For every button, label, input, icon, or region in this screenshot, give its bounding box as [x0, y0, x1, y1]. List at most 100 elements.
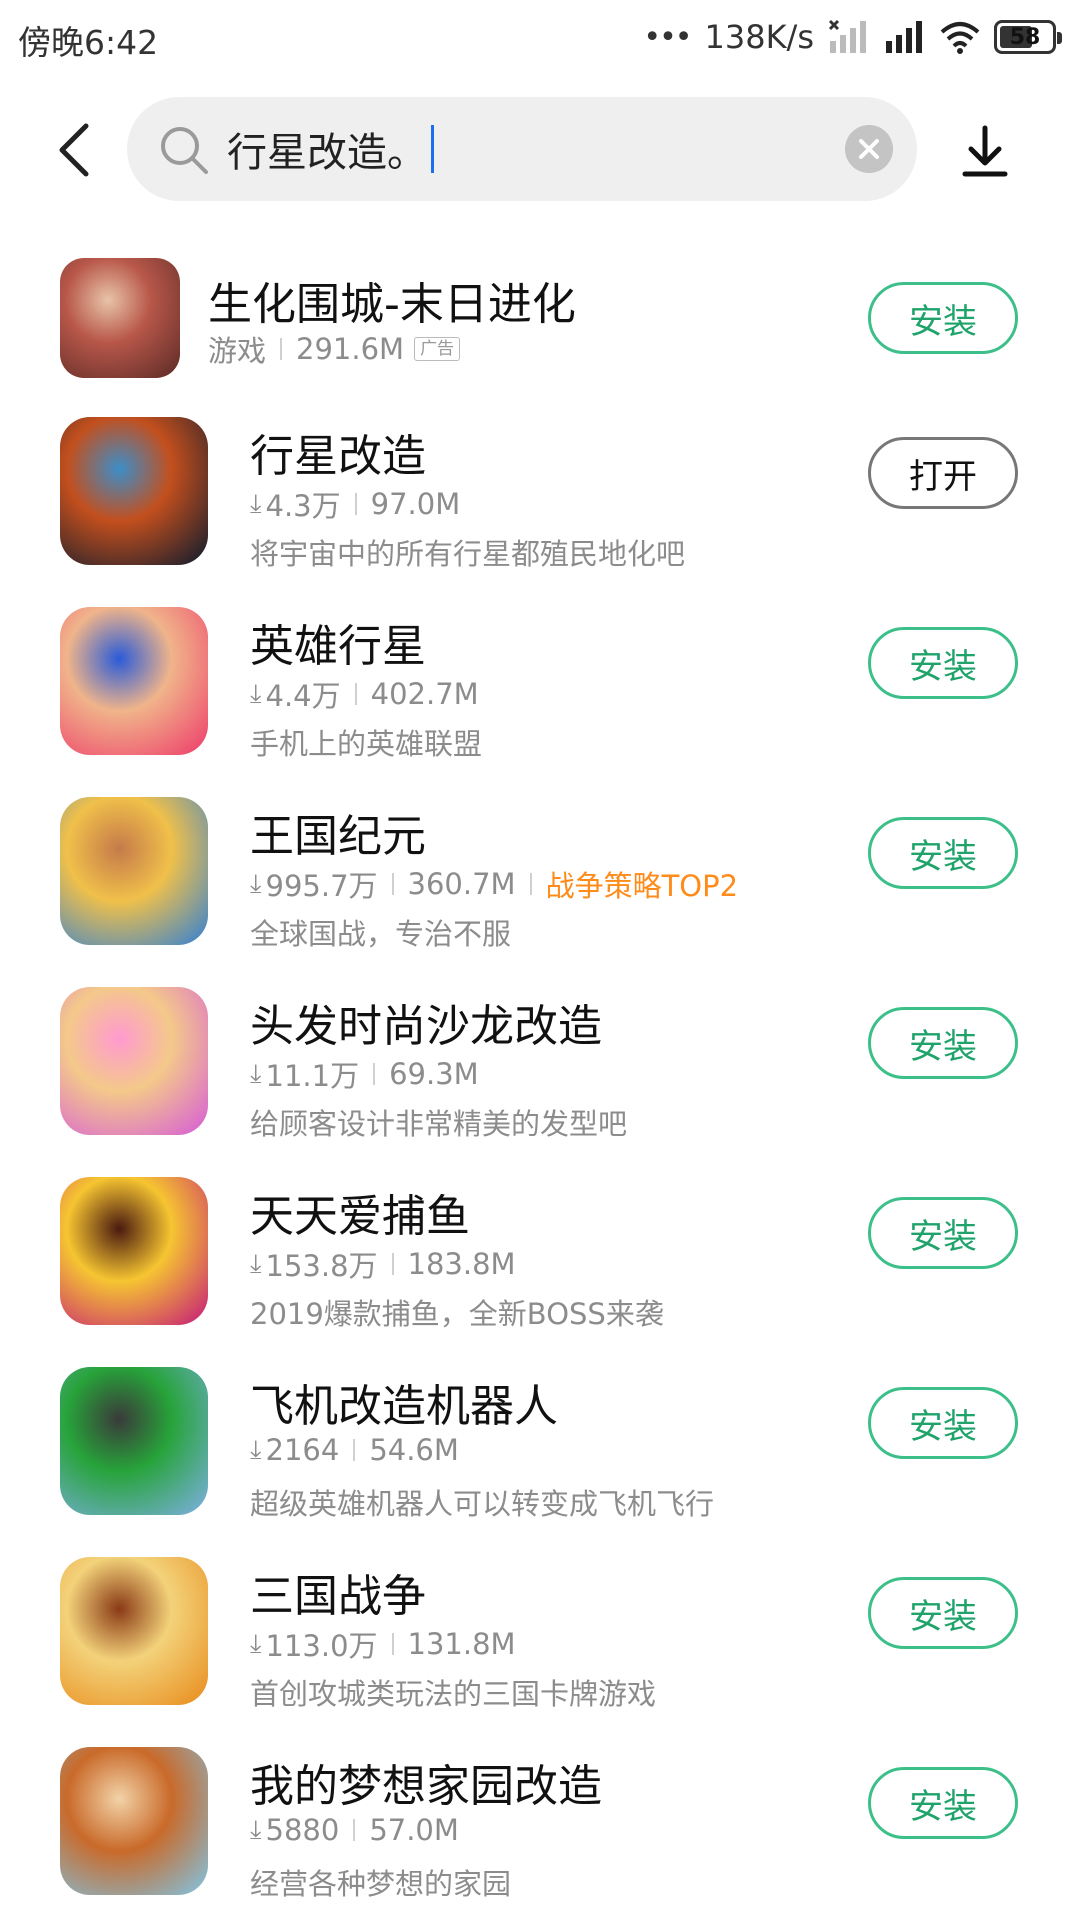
install-button[interactable]: 安装 — [868, 817, 1018, 889]
meta-divider — [354, 493, 357, 515]
install-button[interactable]: 安装 — [868, 627, 1018, 699]
app-meta: ⤓ 113.0万 131.8M — [250, 1623, 516, 1665]
app-name: 英雄行星 — [250, 621, 426, 672]
app-name: 天天爱捕鱼 — [250, 1191, 470, 1242]
app-downloads: 2164 — [265, 1433, 340, 1467]
download-manager-icon[interactable] — [960, 122, 1010, 182]
app-name: 行星改造 — [250, 431, 426, 482]
install-button[interactable]: 安装 — [868, 1007, 1018, 1079]
app-downloads: 4.4万 — [265, 679, 341, 713]
meta-divider — [354, 683, 357, 705]
download-count-icon: ⤓ — [250, 1248, 262, 1279]
signal-sim1-off-icon — [828, 19, 866, 53]
back-arrow-icon[interactable] — [48, 120, 98, 180]
meta-divider — [353, 1819, 356, 1841]
app-downloads: 153.8万 — [265, 1249, 378, 1283]
download-count-icon: ⤓ — [250, 1628, 262, 1659]
app-description: 超级英雄机器人可以转变成飞机飞行 — [250, 1487, 715, 1521]
app-meta: 游戏 291.6M 广告 — [208, 328, 461, 370]
app-description: 首创攻城类玩法的三国卡牌游戏 — [250, 1677, 657, 1711]
app-name: 生化围城-末日进化 — [208, 279, 576, 330]
install-button[interactable]: 安装 — [868, 1197, 1018, 1269]
kingdom-era-game-icon[interactable] — [60, 797, 208, 945]
app-description: 全球国战，专治不服 — [250, 917, 512, 951]
download-count-icon: ⤓ — [250, 868, 262, 899]
app-rank-tag: 战争策略TOP2 — [545, 869, 739, 903]
battery-level: 58 — [1009, 24, 1041, 50]
app-description: 手机上的英雄联盟 — [250, 727, 483, 761]
battery-icon: 58 — [994, 20, 1062, 54]
install-button[interactable]: 安装 — [868, 282, 1018, 354]
search-bar[interactable]: 行星改造。 — [127, 97, 917, 201]
app-downloads: 113.0万 — [265, 1629, 378, 1663]
app-downloads: 5880 — [265, 1813, 340, 1847]
app-name: 三国战争 — [250, 1571, 426, 1622]
meta-divider — [391, 873, 394, 895]
text-cursor — [431, 125, 434, 173]
app-size: 360.7M — [407, 867, 516, 901]
meta-divider — [353, 1439, 356, 1461]
wifi-icon — [940, 22, 980, 54]
app-meta: ⤓ 5880 57.0M — [250, 1813, 459, 1847]
meta-divider — [373, 1063, 376, 1085]
app-meta: ⤓ 2164 54.6M — [250, 1433, 459, 1467]
search-query: 行星改造。 — [227, 130, 427, 176]
app-meta: ⤓ 4.3万 97.0M — [250, 483, 460, 525]
app-size: 69.3M — [389, 1057, 479, 1091]
ad-badge: 广告 — [414, 337, 461, 361]
planet-game-icon[interactable] — [60, 417, 208, 565]
status-time: 傍晚6:42 — [18, 23, 159, 62]
meta-divider — [391, 1253, 394, 1275]
app-meta: ⤓ 153.8万 183.8M — [250, 1243, 516, 1285]
app-size: 57.0M — [369, 1813, 459, 1847]
app-size: 183.8M — [407, 1247, 516, 1281]
app-name: 王国纪元 — [250, 811, 426, 862]
clear-search-icon[interactable] — [845, 125, 893, 173]
app-description: 经营各种梦想的家园 — [250, 1867, 512, 1901]
install-button[interactable]: 安装 — [868, 1577, 1018, 1649]
app-size: 54.6M — [369, 1433, 459, 1467]
open-button[interactable]: 打开 — [868, 437, 1018, 509]
app-size: 402.7M — [370, 677, 479, 711]
app-size: 291.6M — [296, 332, 405, 366]
fishing-game-icon[interactable] — [60, 1177, 208, 1325]
app-name: 我的梦想家园改造 — [250, 1761, 602, 1812]
install-button[interactable]: 安装 — [868, 1767, 1018, 1839]
app-category: 游戏 — [208, 334, 267, 368]
status-bar: 傍晚6:42 ••• 138K/s 58 — [0, 0, 1080, 76]
app-size: 97.0M — [370, 487, 461, 521]
download-count-icon: ⤓ — [250, 1058, 262, 1089]
app-meta: ⤓ 995.7万 360.7M 战争策略TOP2 — [250, 863, 738, 905]
zombie-city-game-icon[interactable] — [60, 258, 180, 378]
notification-dots: ••• — [643, 19, 692, 55]
download-count-icon: ⤓ — [250, 1814, 262, 1845]
app-downloads: 4.3万 — [265, 489, 341, 523]
app-meta: ⤓ 11.1万 69.3M — [250, 1053, 479, 1095]
meta-divider — [280, 338, 283, 360]
app-name: 飞机改造机器人 — [250, 1381, 558, 1432]
app-size: 131.8M — [407, 1627, 516, 1661]
meta-divider — [391, 1633, 394, 1655]
signal-sim2-icon — [886, 21, 922, 53]
download-count-icon: ⤓ — [250, 488, 262, 519]
install-button[interactable]: 安装 — [868, 1387, 1018, 1459]
app-name: 头发时尚沙龙改造 — [250, 1001, 602, 1052]
meta-divider — [529, 873, 532, 895]
app-description: 2019爆款捕鱼，全新BOSS来袭 — [250, 1297, 664, 1331]
app-meta: ⤓ 4.4万 402.7M — [250, 673, 479, 715]
three-kingdoms-game-icon[interactable] — [60, 1557, 208, 1705]
network-speed: 138K/s — [704, 18, 814, 56]
status-indicators: ••• 138K/s 58 — [643, 14, 1062, 60]
app-description: 给顾客设计非常精美的发型吧 — [250, 1107, 628, 1141]
app-description: 将宇宙中的所有行星都殖民地化吧 — [250, 537, 686, 571]
robot-plane-game-icon[interactable] — [60, 1367, 208, 1515]
app-downloads: 11.1万 — [265, 1059, 360, 1093]
app-downloads: 995.7万 — [265, 869, 378, 903]
download-count-icon: ⤓ — [250, 1434, 262, 1465]
search-input[interactable]: 行星改造。 — [227, 121, 434, 177]
dream-home-game-icon[interactable] — [60, 1747, 208, 1895]
hero-planet-game-icon[interactable] — [60, 607, 208, 755]
search-icon — [161, 127, 208, 174]
hair-salon-game-icon[interactable] — [60, 987, 208, 1135]
download-count-icon: ⤓ — [250, 678, 262, 709]
